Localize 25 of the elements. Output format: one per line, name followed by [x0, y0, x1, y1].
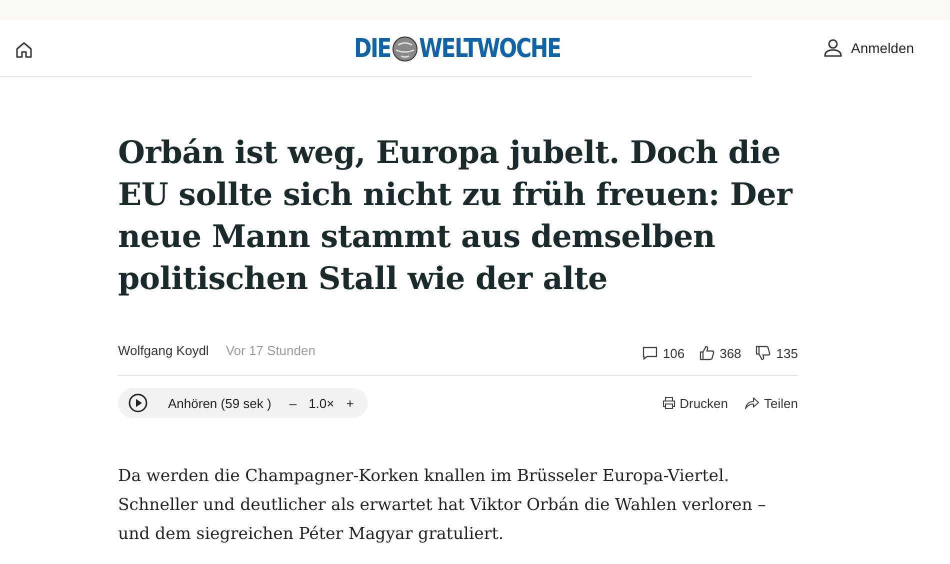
home-icon[interactable] [15, 41, 33, 59]
speed-down-button[interactable]: – [289, 396, 297, 410]
listen-label[interactable]: Anhören (59 sek ) [168, 396, 272, 410]
printer-icon [662, 396, 676, 410]
author-link[interactable]: Wolfgang Koydl [118, 342, 209, 358]
comment-icon[interactable] [642, 345, 658, 361]
speed-up-button[interactable]: + [346, 396, 354, 410]
share-button[interactable]: Teilen [744, 396, 798, 410]
publish-time: Vor 17 Stunden [226, 342, 316, 358]
play-icon[interactable] [128, 393, 148, 413]
like-count: 368 [720, 346, 742, 360]
user-icon [823, 38, 843, 58]
article-paragraph: Da werden die Champagner-Korken knallen im Brüsseler Europa-Viertel. Schneller und deutlicher als erwartet hat Viktor Orbán die Wahlen verloren – und dem siegreichen Péter Magyar gratuliert. [118, 465, 767, 545]
share-arrow-icon [744, 396, 760, 410]
dislike-count: 135 [776, 346, 798, 360]
print-button[interactable]: Drucken [662, 396, 728, 410]
thumbs-up-icon[interactable] [698, 345, 715, 361]
comment-count: 106 [662, 346, 685, 360]
thumbs-down-icon[interactable] [755, 345, 772, 361]
headline: Orbán ist weg, Europa jubelt. Doch die EU sollte sich nicht zu früh freuen: Der neue Mann stammt aus demselben politischen Stall wie der alte [118, 134, 794, 299]
playback-speed: 1.0× [308, 396, 334, 410]
logo-text[interactable]: DIE [354, 34, 391, 64]
globe-icon [392, 36, 418, 62]
login-button[interactable]: Anmelden [823, 38, 914, 58]
logo-text[interactable]: WELTWOCHE [418, 34, 560, 64]
